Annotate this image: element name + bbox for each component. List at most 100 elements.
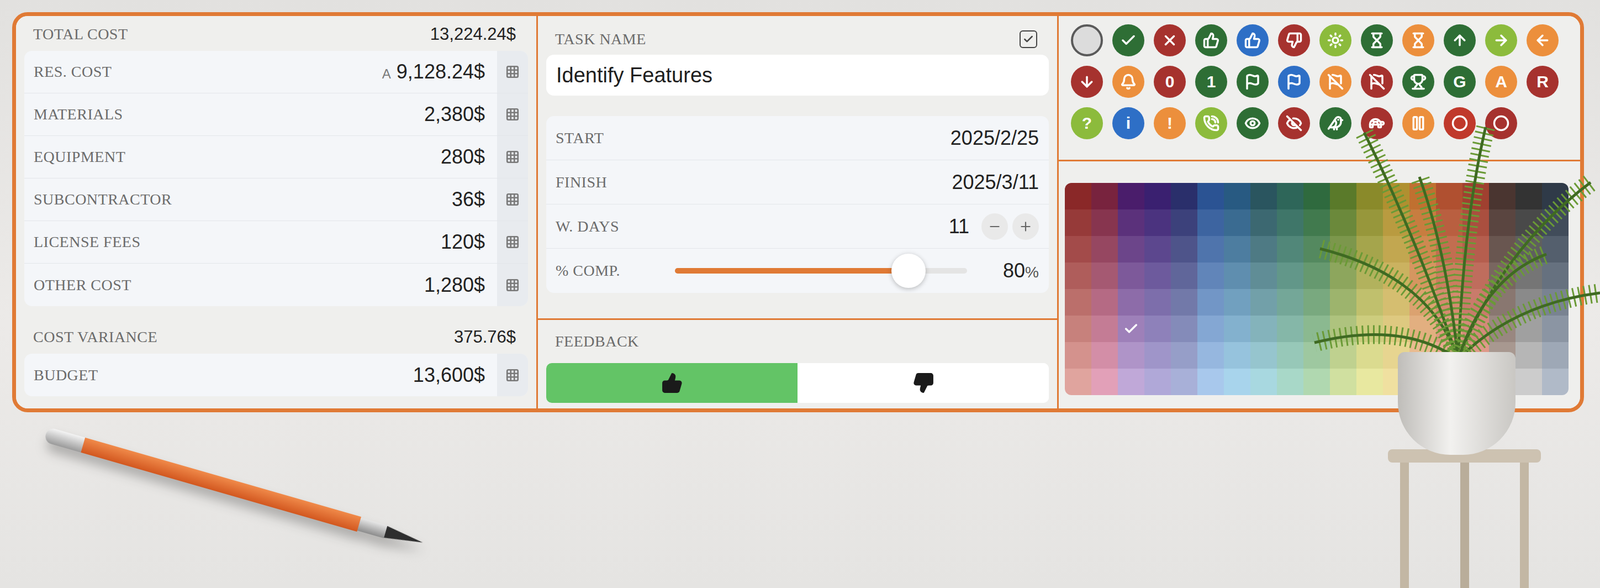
calculator-button[interactable]: [497, 353, 528, 396]
icon-choice[interactable]: [1485, 24, 1518, 57]
cost-value[interactable]: 13,600$: [413, 360, 485, 390]
color-swatch[interactable]: [1091, 288, 1118, 316]
color-swatch[interactable]: [1170, 209, 1198, 236]
date-value[interactable]: 2025/3/11: [952, 167, 1039, 198]
color-swatch[interactable]: [1515, 341, 1543, 369]
color-swatch[interactable]: [1542, 341, 1569, 369]
color-swatch[interactable]: [1356, 341, 1383, 369]
color-swatch[interactable]: [1303, 209, 1330, 236]
increment-button[interactable]: [1012, 213, 1039, 240]
color-swatch[interactable]: [1144, 209, 1171, 236]
color-swatch[interactable]: [1223, 182, 1251, 210]
color-swatch[interactable]: [1276, 288, 1304, 316]
color-swatch[interactable]: [1091, 315, 1118, 342]
color-swatch[interactable]: [1117, 262, 1145, 289]
task-checkbox[interactable]: [1019, 30, 1038, 49]
color-swatch[interactable]: [1303, 262, 1330, 289]
color-swatch[interactable]: [1329, 341, 1357, 369]
color-swatch[interactable]: [1064, 262, 1092, 289]
color-swatch[interactable]: [1170, 288, 1198, 316]
color-swatch[interactable]: [1223, 288, 1251, 316]
calculator-button[interactable]: [497, 135, 528, 178]
icon-choice[interactable]: [1278, 107, 1311, 140]
color-swatch[interactable]: [1091, 182, 1118, 210]
color-swatch[interactable]: [1170, 315, 1198, 342]
calculator-button[interactable]: [497, 50, 528, 93]
color-swatch[interactable]: [1515, 315, 1543, 342]
color-swatch[interactable]: [1197, 368, 1224, 395]
days-value[interactable]: 11: [948, 211, 970, 242]
color-swatch[interactable]: [1276, 182, 1304, 210]
icon-choice[interactable]: [1360, 65, 1393, 98]
color-swatch[interactable]: [1329, 288, 1357, 316]
color-swatch[interactable]: [1144, 368, 1171, 395]
color-swatch[interactable]: [1064, 341, 1092, 369]
cost-value[interactable]: 9,128.24$: [396, 56, 485, 87]
color-swatch[interactable]: [1170, 182, 1198, 210]
cost-value[interactable]: 1,280$: [424, 270, 485, 300]
completion-slider[interactable]: [674, 267, 968, 274]
color-swatch[interactable]: [1250, 235, 1277, 263]
color-swatch[interactable]: [1170, 368, 1198, 395]
color-swatch[interactable]: [1117, 288, 1145, 316]
color-swatch[interactable]: [1117, 315, 1145, 342]
color-swatch[interactable]: [1223, 235, 1251, 263]
icon-choice[interactable]: G: [1443, 65, 1476, 98]
color-swatch[interactable]: [1303, 182, 1330, 210]
color-swatch[interactable]: [1250, 262, 1277, 289]
icon-choice[interactable]: [1195, 24, 1228, 57]
color-swatch[interactable]: [1542, 235, 1569, 263]
icon-choice[interactable]: ?: [1070, 107, 1103, 140]
color-swatch[interactable]: [1223, 368, 1251, 395]
color-swatch[interactable]: [1091, 262, 1118, 289]
slider-thumb[interactable]: [891, 253, 926, 288]
icon-choice[interactable]: [1236, 107, 1269, 140]
color-swatch[interactable]: [1197, 341, 1224, 369]
color-swatch[interactable]: [1223, 209, 1251, 236]
calculator-button[interactable]: [497, 263, 528, 306]
color-swatch[interactable]: [1542, 368, 1569, 395]
color-swatch[interactable]: [1144, 315, 1171, 342]
cost-value[interactable]: 120$: [440, 226, 485, 257]
color-swatch[interactable]: [1276, 209, 1304, 236]
color-swatch[interactable]: [1276, 341, 1304, 369]
thumbs-up-button[interactable]: [546, 362, 798, 403]
color-swatch[interactable]: [1223, 341, 1251, 369]
thumbs-down-button[interactable]: [797, 362, 1049, 403]
color-swatch[interactable]: [1170, 341, 1198, 369]
icon-choice[interactable]: [1278, 24, 1311, 57]
color-swatch[interactable]: [1091, 368, 1118, 395]
icon-choice[interactable]: [1236, 65, 1269, 98]
icon-choice[interactable]: R: [1526, 65, 1559, 98]
color-swatch[interactable]: [1488, 209, 1516, 236]
color-swatch[interactable]: [1117, 182, 1145, 210]
color-swatch[interactable]: [1488, 182, 1516, 210]
color-swatch[interactable]: [1091, 341, 1118, 369]
icon-choice[interactable]: [1236, 24, 1269, 57]
icon-choice[interactable]: [1112, 24, 1145, 57]
icon-choice[interactable]: [1319, 24, 1352, 57]
color-swatch[interactable]: [1356, 288, 1383, 316]
color-swatch[interactable]: [1091, 209, 1118, 236]
color-swatch[interactable]: [1250, 288, 1277, 316]
color-swatch[interactable]: [1064, 182, 1092, 210]
color-swatch[interactable]: [1329, 262, 1357, 289]
color-swatch[interactable]: [1542, 262, 1569, 289]
color-swatch[interactable]: [1064, 368, 1092, 395]
icon-choice[interactable]: [1360, 24, 1393, 57]
color-swatch[interactable]: [1197, 262, 1224, 289]
calculator-button[interactable]: [497, 93, 528, 136]
color-swatch[interactable]: [1064, 235, 1092, 263]
icon-choice[interactable]: [1402, 24, 1435, 57]
color-swatch[interactable]: [1144, 182, 1171, 210]
color-swatch[interactable]: [1170, 262, 1198, 289]
color-swatch[interactable]: [1064, 288, 1092, 316]
color-swatch[interactable]: [1197, 235, 1224, 263]
color-swatch[interactable]: [1144, 262, 1171, 289]
icon-choice[interactable]: [1070, 65, 1103, 98]
cost-value[interactable]: 2,380$: [424, 99, 485, 130]
color-swatch[interactable]: [1303, 288, 1330, 316]
icon-choice[interactable]: [1443, 107, 1476, 140]
icon-choice[interactable]: [1153, 24, 1186, 57]
color-swatch[interactable]: [1144, 288, 1171, 316]
